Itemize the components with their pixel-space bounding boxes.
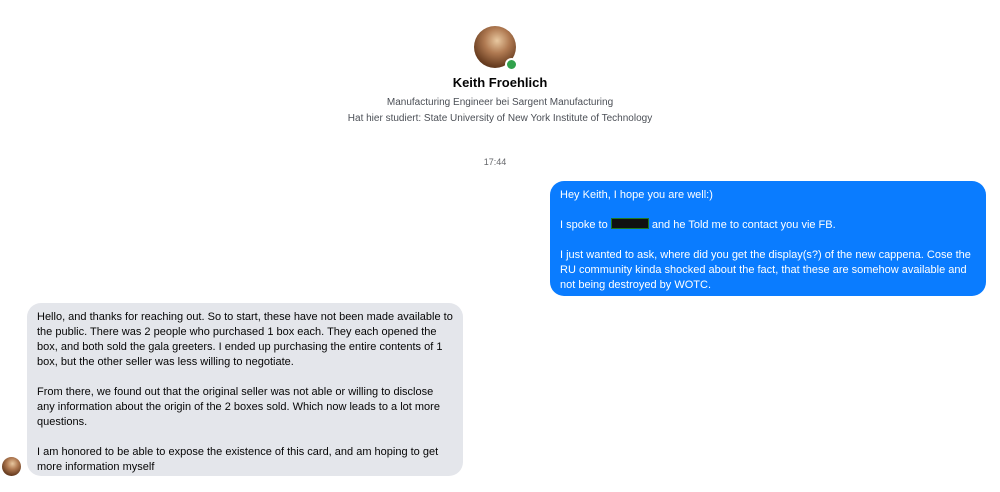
outgoing-message-bubble[interactable]: Hey Keith, I hope you are well:) I spoke… (550, 181, 986, 296)
outgoing-message-line: I spoke to and he Told me to contact you… (560, 218, 976, 233)
profile-education: Hat hier studiert: State University of N… (347, 113, 653, 124)
redacted-name-mark (610, 218, 649, 229)
incoming-message-paragraph: I am honored to be able to expose the ex… (37, 446, 439, 473)
outgoing-message-text: I spoke to (560, 219, 611, 231)
online-status-indicator (505, 58, 518, 71)
incoming-message-paragraph: Hello, and thanks for reaching out. So t… (37, 311, 453, 368)
incoming-message-bubble[interactable]: Hello, and thanks for reaching out. So t… (27, 303, 463, 476)
incoming-message-paragraph: From there, we found out that the origin… (37, 386, 440, 428)
profile-occupation: Manufacturing Engineer bei Sargent Manuf… (386, 97, 614, 108)
message-timestamp: 17:44 (483, 157, 507, 167)
outgoing-message-line: I just wanted to ask, where did you get … (560, 249, 971, 291)
profile-name[interactable]: Keith Froehlich (0, 75, 1000, 90)
outgoing-message-text: and he Told me to contact you vie FB. (648, 219, 836, 231)
sender-avatar[interactable] (2, 457, 21, 476)
outgoing-message-line: Hey Keith, I hope you are well:) (560, 189, 713, 201)
